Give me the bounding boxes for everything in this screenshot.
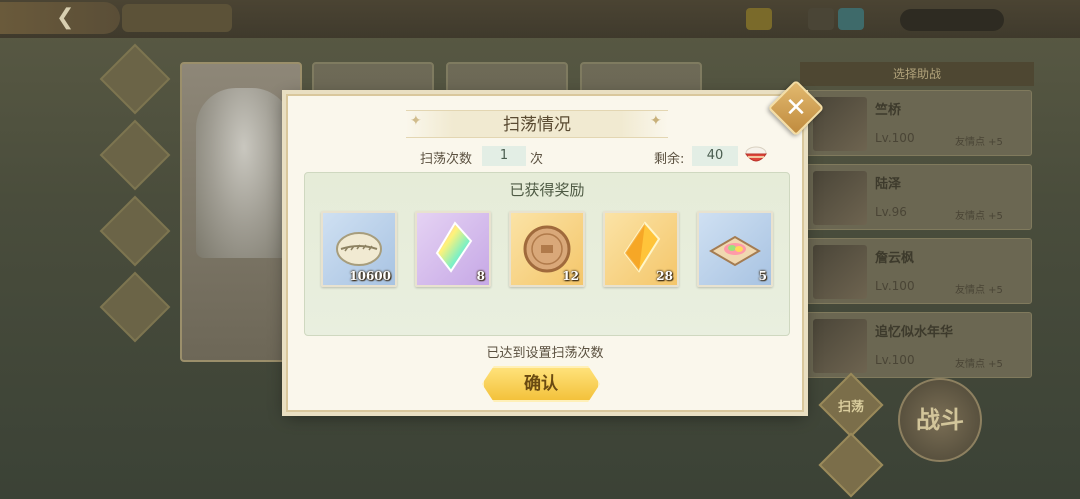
friend-card[interactable]: 竺桥 Lv.100 友情点 +5 [806,90,1032,156]
sweep-result-dialog: ✦ 扫荡情况 ✦ 扫荡次数 1 次 剩余: 40 已获得奖励 10600 [286,94,804,412]
friend-points: 友情点 +5 [955,359,1003,370]
avatar [813,319,867,373]
friend-level: Lv.100 [875,279,915,293]
friend-level: Lv.96 [875,205,907,219]
shell-currency-icon [336,232,382,266]
reward-item[interactable]: 8 [415,211,491,287]
reward-quantity: 10600 [349,269,391,283]
rainbow-crystal-icon [435,221,473,273]
friend-level: Lv.100 [875,353,915,367]
reward-item[interactable]: 28 [603,211,679,287]
top-title-plate [122,4,232,32]
friend-points: 友情点 +5 [955,211,1003,222]
title-ornament-icon: ✦ [650,113,662,129]
friend-points: 友情点 +5 [955,285,1003,296]
friend-name: 詹云枫 [875,251,915,266]
stamina-counter [900,9,1004,31]
remaining-value: 40 [692,146,738,166]
remaining-label: 剩余: [654,152,685,167]
reward-quantity: 8 [476,269,485,283]
rewards-heading: 已获得奖励 [509,181,585,199]
friend-card[interactable]: 詹云枫 Lv.100 友情点 +5 [806,238,1032,304]
confirm-button[interactable]: 确认 [482,366,600,402]
bronze-coin-icon [523,225,571,273]
friend-card[interactable]: 陆泽 Lv.96 友情点 +5 [806,164,1032,230]
reward-item[interactable]: 10600 [321,211,397,287]
sweep-count-value: 1 [482,146,526,166]
rewards-panel: 已获得奖励 10600 8 12 28 5 [304,172,790,336]
sweep-count-unit: 次 [530,152,544,167]
inventory-icon [808,8,834,30]
character-portrait [196,88,292,258]
gold-crystal-icon [623,221,661,273]
status-text: 已达到设置扫荡次数 [486,346,604,361]
friend-points: 友情点 +5 [955,137,1003,148]
friend-name: 竺桥 [875,103,902,118]
rice-bowl-icon [745,146,767,162]
sweep-count-label: 扫荡次数 [420,152,473,167]
dialog-title: 扫荡情况 [406,110,668,138]
reward-item[interactable]: 5 [697,211,773,287]
friend-card[interactable]: 追忆似水年华 Lv.100 友情点 +5 [806,312,1032,378]
ticket-icon [746,8,772,30]
reward-quantity: 12 [562,269,579,283]
friend-level: Lv.100 [875,131,915,145]
friend-list-header: 选择助战 [800,62,1034,86]
sweep-side-label: 扫荡 [837,400,864,415]
reward-quantity: 5 [758,269,767,283]
reward-item[interactable]: 12 [509,211,585,287]
close-icon[interactable]: ✕ [776,88,816,128]
reward-quantity: 28 [656,269,673,283]
back-button[interactable]: ❮ [0,2,120,34]
friend-name: 追忆似水年华 [875,325,954,340]
battle-button[interactable]: 战斗 [898,378,982,462]
dumpling-plate-icon [709,235,761,267]
friend-name: 陆泽 [875,177,902,192]
avatar [813,245,867,299]
ticket-icon-blue [838,8,864,30]
avatar [813,171,867,225]
